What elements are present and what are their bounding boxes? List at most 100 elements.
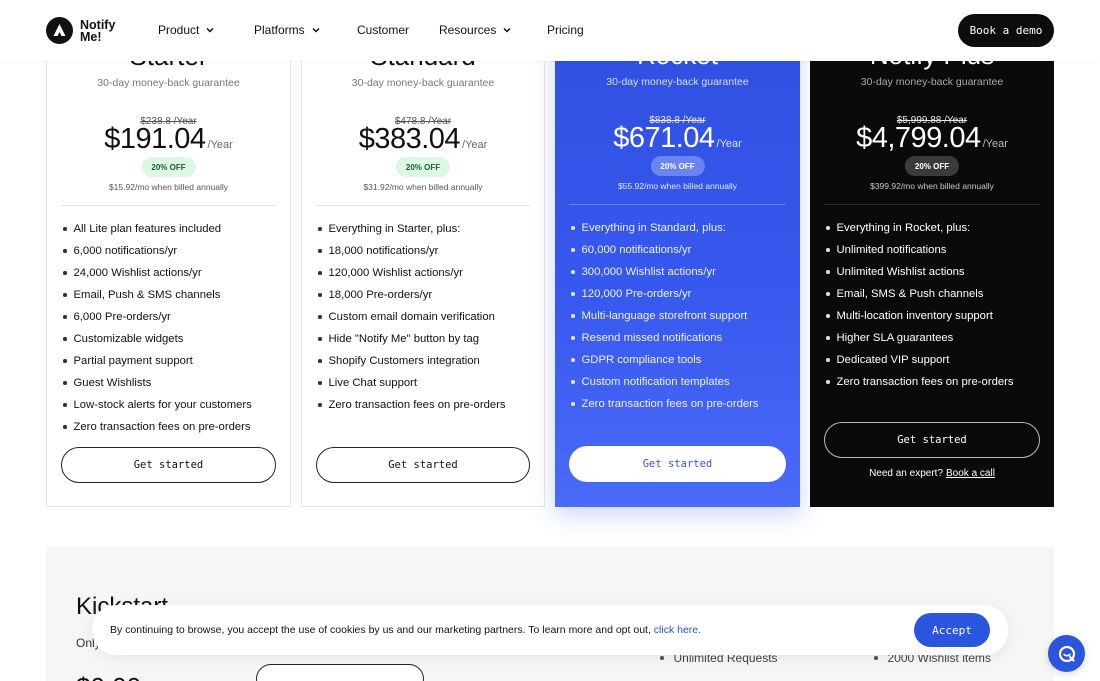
price-period: /Year [207,139,233,151]
price: $4,799.04 [856,122,981,154]
bullet-icon [318,403,322,407]
book-demo-button[interactable]: Book a demo [958,14,1054,47]
feature-text: All Lite plan features included [73,223,222,235]
feature-text: 18,000 notifications/yr [328,245,439,257]
feature-item: Live Chat support [316,375,534,397]
bullet-icon [826,380,830,384]
kickstart-button[interactable] [256,664,424,681]
feature-text: Multi-language storefront support [581,310,748,322]
logo-text-line1: Notify [80,17,116,32]
feature-item: 120,000 Pre-orders/yr [569,286,790,308]
cookie-banner: By continuing to browse, you accept the … [92,605,1008,655]
logo[interactable]: Notify Me! [46,17,115,44]
bullet-icon [826,314,830,318]
feature-text: 120,000 Pre-orders/yr [581,288,692,300]
bullet-icon [571,248,575,252]
price-period: /Year [982,138,1008,150]
feature-text: Everything in Standard, plus: [581,222,726,234]
nav-customer[interactable]: Customer [357,23,439,37]
nav-product[interactable]: Product [158,23,254,37]
feature-item: Custom notification templates [569,374,790,396]
chat-button[interactable] [1048,635,1085,672]
feature-item: Shopify Customers integration [316,353,534,375]
billed-note: $15.92/mo when billed annually [108,182,229,192]
accept-button[interactable]: Accept [914,613,990,647]
bullet-icon [571,226,575,230]
bullet-icon [63,381,67,385]
bullet-icon [571,270,575,274]
feature-text: Everything in Starter, plus: [328,223,461,235]
price: $191.04 [104,123,206,155]
feature-item: Partial payment support [61,353,280,375]
feature-text: Partial payment support [73,355,193,367]
feature-text: 300,000 Wishlist actions/yr [581,266,716,278]
feature-text: Zero transaction fees on pre-orders [581,398,759,410]
bullet-icon [318,227,322,231]
price: $383.04 [358,123,461,155]
nav-label: Resources [439,23,497,37]
feature-text: GDPR compliance tools [581,354,702,366]
feature-item: Hide "Notify Me" button by tag [316,331,534,353]
feature-item: 300,000 Wishlist actions/yr [569,264,790,286]
bullet-icon [318,337,322,341]
bullet-icon [318,359,322,363]
chevron-down-icon [503,27,511,33]
guarantee-text: 30-day money-back guarantee [97,77,240,89]
billed-note: $55.92/mo when billed annually [617,181,738,191]
feature-list: Everything in Starter, plus: 18,000 noti… [316,221,534,419]
bullet-icon [318,249,322,253]
bullet-icon [63,293,67,297]
bullet-icon [571,380,575,384]
feature-item: Email, Push & SMS channels [61,287,280,309]
get-started-button[interactable]: Get started [316,447,530,483]
discount-badge: 20% OFF [395,157,451,177]
feature-text: Email, Push & SMS channels [73,289,221,301]
discount-badge: 20% OFF [141,157,196,177]
nav-label: Customer [357,23,410,37]
guarantee-text: 30-day money-back guarantee [860,76,1004,88]
feature-text: Custom notification templates [581,376,730,388]
plan-card-notify-plus: Notify Plus 30-day money-back guarantee … [810,20,1054,507]
nav-resources[interactable]: Resources [439,23,547,37]
get-started-button[interactable]: Get started [569,446,786,482]
feature-text: 60,000 notifications/yr [581,244,692,256]
billed-note: $399.92/mo when billed annually [870,181,994,191]
bullet-icon [63,403,67,407]
get-started-button[interactable]: Get started [824,422,1040,458]
feature-item: GDPR compliance tools [569,352,790,374]
bullet-icon [63,315,67,319]
plan-card-starter: Starter 30-day money-back guarantee $238… [46,20,291,507]
main-nav: Product Platforms Customer Resources Pri… [158,23,584,37]
nav-label: Pricing [547,23,584,37]
bullet-icon [63,359,67,363]
feature-list: Everything in Rocket, plus: Unlimited no… [824,220,1044,396]
feature-text: Multi-location inventory support [836,310,993,322]
price-line: $4,799.04 /Year [810,122,1054,155]
cookie-link[interactable]: click here. [654,624,701,636]
bullet-icon [826,248,830,252]
feature-item: Resend missed notifications [569,330,790,352]
bullet-icon [826,270,830,274]
bullet-icon [826,292,830,296]
feature-item: Email, SMS & Push channels [824,286,1044,308]
feature-text: 6,000 notifications/yr [73,245,178,257]
feature-text: Hide "Notify Me" button by tag [328,333,480,345]
feature-text: 6,000 Pre-orders/yr [73,311,171,323]
nav-pricing[interactable]: Pricing [547,23,584,37]
price-line: $383.04 /Year [302,123,544,156]
cookie-message: By continuing to browse, you accept the … [110,624,651,636]
book-call-link[interactable]: Book a call [946,468,995,479]
plan-card-rocket: Rocket 30-day money-back guarantee $838.… [555,20,800,507]
bullet-icon [318,293,322,297]
feature-text: Low-stock alerts for your customers [73,399,252,411]
feature-item: Custom email domain verification [316,309,534,331]
feature-text: Zero transaction fees on pre-orders [328,399,506,411]
feature-item: Dedicated VIP support [824,352,1044,374]
feature-item: All Lite plan features included [61,221,280,243]
price: $671.04 [613,122,715,154]
nav-label: Platforms [254,23,305,37]
feature-text: Unlimited Wishlist actions [836,266,965,278]
nav-platforms[interactable]: Platforms [254,23,357,37]
get-started-button[interactable]: Get started [61,447,276,483]
feature-item: 18,000 notifications/yr [316,243,534,265]
